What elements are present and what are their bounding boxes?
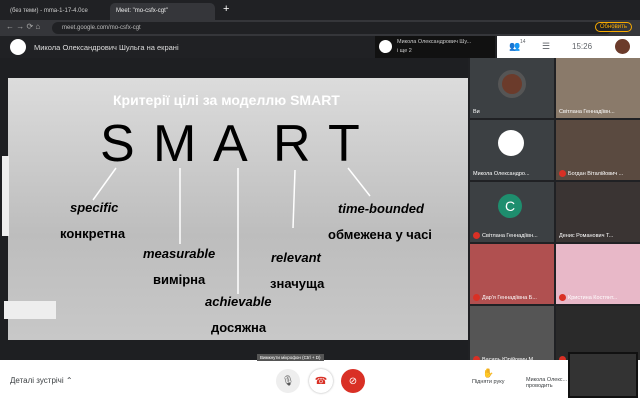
participant-name: Богдан Віталійович ...: [568, 170, 624, 177]
raise-hand-button[interactable]: ✋ Підняти руку: [472, 368, 504, 385]
avatar: C: [498, 194, 522, 218]
participant-tile[interactable]: Денис Романович Т...: [556, 182, 640, 242]
slide: Критерії цілі за моделлю SMART S M A R T…: [8, 78, 468, 340]
participant-grid: Ви Світлана Геннадіївн... Микола Олексан…: [470, 58, 640, 366]
mic-off-icon: [559, 294, 566, 301]
participant-name: Світлана Геннадіївн...: [559, 109, 615, 115]
term-relevant-ua: значуща: [270, 276, 325, 291]
chat-icon[interactable]: ☰: [542, 41, 550, 52]
tab-meet[interactable]: Meet: "mo-csfx-cgt": [110, 3, 215, 20]
new-tab-button[interactable]: +: [223, 3, 229, 15]
presenting-name: Микола Олександрович Шу...: [397, 39, 472, 45]
raise-hand-label: Підняти руку: [472, 379, 505, 385]
tab-label: Meet: "mo-csfx-cgt": [116, 8, 168, 14]
meeting-details-button[interactable]: Деталі зустрічі ⌃: [10, 376, 73, 385]
term-measurable-ua: вимірна: [153, 272, 206, 287]
avatar: [498, 130, 524, 156]
term-relevant: relevant: [271, 250, 321, 265]
term-achievable-ua: досяжна: [211, 320, 267, 335]
participant-tile[interactable]: Микола Олександро...: [470, 120, 554, 180]
participant-tile[interactable]: C Світлана Геннадіївн...: [470, 182, 554, 242]
people-icon[interactable]: 👥: [509, 41, 520, 52]
participant-tile[interactable]: Богдан Віталійович ...: [556, 120, 640, 180]
participant-name: Ви: [473, 109, 480, 115]
presenting-sub: і ще 2: [397, 48, 412, 54]
participant-tile[interactable]: Кристина Костянт...: [556, 244, 640, 304]
self-avatar[interactable]: [615, 39, 630, 54]
participant-name: Денис Романович Т...: [559, 233, 614, 239]
term-achievable: achievable: [205, 294, 272, 309]
camera-off-button[interactable]: ⊘: [341, 369, 365, 393]
term-measurable: measurable: [143, 246, 216, 261]
clock: 15:26: [572, 42, 593, 51]
participant-name: Дар'я Геннадіївна Б...: [482, 294, 537, 301]
presenter-banner: Микола Олександрович Шульга на екрані: [34, 43, 179, 52]
nav-icons[interactable]: ← → ⟳ ⌂: [6, 22, 40, 31]
details-label: Деталі зустрічі: [10, 376, 64, 385]
presenter-avatar: [10, 39, 26, 55]
term-specific-ua: конкретна: [60, 226, 126, 241]
presenting-chip[interactable]: Микола Олександрович Шу... і ще 2: [375, 36, 495, 58]
slide-nav-panel[interactable]: [4, 301, 56, 319]
browser-tab-bar: (без теми) - mma-1-17-4.0ce Meet: "mo-cs…: [0, 0, 640, 20]
presenter-avatar: [379, 40, 392, 53]
participant-name: Кристина Костянт...: [568, 294, 618, 301]
participant-tile[interactable]: Світлана Геннадіївн...: [556, 58, 640, 118]
hangup-button[interactable]: ☎: [309, 369, 333, 393]
mic-button[interactable]: 🎙: [276, 369, 300, 393]
mic-off-icon: [473, 294, 480, 301]
participant-tile[interactable]: Василь Юрійович М...: [470, 306, 554, 366]
meet-toolbar: 👥 14 ☰ 15:26: [497, 36, 640, 58]
meet-header: Микола Олександрович Шульга на екрані Ми…: [0, 36, 640, 58]
term-time-bounded: time-bounded: [338, 201, 424, 216]
tooltip: Вимкнути мікрофон (Ctrl + D): [257, 354, 324, 361]
self-view-thumbnail[interactable]: [568, 352, 638, 398]
term-time-bounded-ua: обмежена у часі: [328, 227, 432, 242]
participant-tile[interactable]: Ви: [470, 58, 554, 118]
drawing-toolbar[interactable]: [2, 156, 9, 236]
participant-name: Світлана Геннадіївн...: [482, 232, 538, 239]
url-field[interactable]: meet.google.com/mo-csfx-cgt: [52, 22, 612, 34]
term-specific: specific: [70, 200, 119, 215]
avatar: [498, 70, 526, 98]
bottom-bar: Деталі зустрічі ⌃ Вимкнути мікрофон (Ctr…: [0, 352, 640, 400]
mic-off-icon: [473, 232, 480, 239]
update-button[interactable]: Обновить: [594, 22, 632, 32]
presentation-stage: Критерії цілі за моделлю SMART S M A R T…: [0, 58, 468, 360]
tab-label: (без теми) - mma-1-17-4.0ce: [10, 8, 88, 14]
participant-name: Микола Олександро...: [473, 171, 530, 177]
participant-count: 14: [520, 39, 526, 45]
presenting-label: Микола Олекс... проводить: [526, 377, 568, 389]
address-bar: ← → ⟳ ⌂ meet.google.com/mo-csfx-cgt Обно…: [0, 20, 640, 36]
hand-icon: ✋: [482, 368, 494, 378]
participant-tile[interactable]: Дар'я Геннадіївна Б...: [470, 244, 554, 304]
mic-off-icon: [559, 170, 566, 177]
tab-gmail[interactable]: (без теми) - mma-1-17-4.0ce: [4, 3, 104, 20]
